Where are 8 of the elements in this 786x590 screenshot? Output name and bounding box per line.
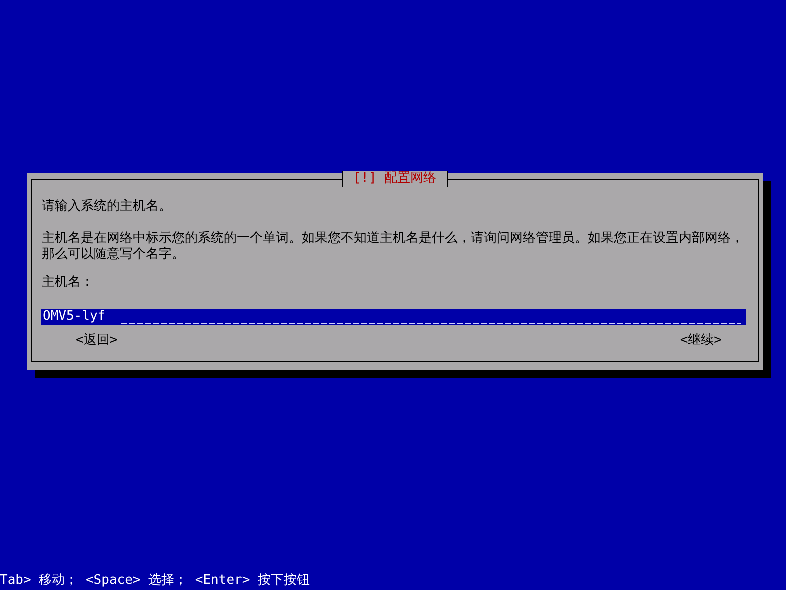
hostname-field[interactable]: OMV5-lyf xyxy=(41,309,746,325)
back-button[interactable]: <返回> xyxy=(76,333,118,349)
description-text: 主机名是在网络中标示您的系统的一个单词。如果您不知道主机名是什么，请询问网络管理员。如果您正在设置内部网络，那么可以随意写个名字。 xyxy=(42,231,745,263)
dialog-title: [!] 配置网络 xyxy=(342,171,448,187)
key-hints: Tab> 移动； <Space> 选择； <Enter> 按下按钮 xyxy=(0,572,312,590)
continue-button[interactable]: <继续> xyxy=(680,333,722,349)
prompt-text: 请输入系统的主机名。 xyxy=(42,199,173,215)
field-label: 主机名： xyxy=(42,275,95,291)
